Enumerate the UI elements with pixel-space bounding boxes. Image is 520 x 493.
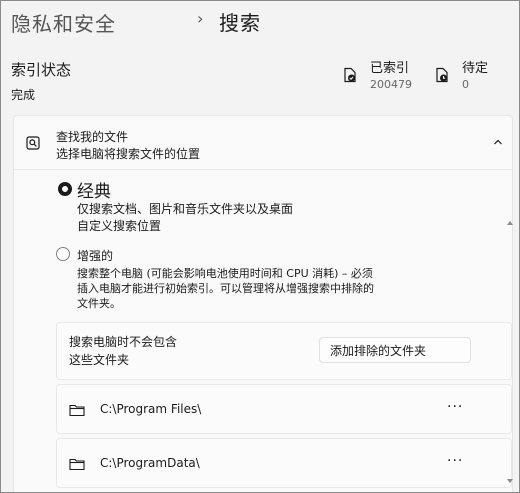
breadcrumb: 隐私和安全	[11, 7, 116, 37]
search-settings-window: 隐私和安全 › 搜索 索引状态 完成 已索引 200479 待定 0 查找我的文…	[0, 0, 520, 493]
document-check-icon	[344, 67, 356, 83]
customize-search-locations-link[interactable]: 自定义搜索位置	[77, 217, 161, 234]
folder-icon	[69, 404, 85, 417]
enhanced-title: 增强的	[77, 249, 114, 263]
index-status: 索引状态 完成	[11, 59, 71, 103]
page-title: 搜索	[219, 11, 261, 35]
classic-radio[interactable]	[58, 182, 72, 196]
find-my-files-subtitle: 选择电脑将搜索文件的位置	[56, 147, 201, 161]
excluded-folder-item: C:\Program Files\ ···	[56, 384, 512, 434]
index-status-value: 完成	[11, 88, 36, 102]
more-options-icon[interactable]: ···	[447, 453, 463, 469]
enhanced-radio[interactable]	[56, 247, 70, 261]
scroll-up-arrow-icon[interactable]	[506, 219, 514, 227]
add-excluded-folder-button[interactable]: 添加排除的文件夹	[319, 337, 471, 363]
exclude-label-line2: 这些文件夹	[69, 353, 130, 367]
chevron-up-icon[interactable]	[492, 136, 504, 148]
excluded-folder-path: C:\Program Files\	[100, 402, 202, 416]
excluded-folder-item: C:\ProgramData\ ···	[56, 438, 512, 488]
excluded-folder-path: C:\ProgramData\	[100, 456, 200, 470]
breadcrumb-parent[interactable]: 隐私和安全	[11, 8, 116, 37]
index-status-title: 索引状态	[11, 61, 72, 79]
find-my-files-header[interactable]: 查找我的文件 选择电脑将搜索文件的位置	[14, 116, 512, 170]
indexed-stat: 已索引 200479	[342, 61, 412, 92]
breadcrumb-separator-icon: ›	[197, 9, 204, 28]
find-my-files-card: 查找我的文件 选择电脑将搜索文件的位置 经典 仅搜索文档、图片和音乐文件夹以及桌…	[13, 115, 513, 492]
scroll-down-arrow-icon[interactable]	[506, 477, 514, 485]
exclude-label-line1: 搜索电脑时不会包含	[69, 335, 178, 349]
classic-description: 仅搜索文档、图片和音乐文件夹以及桌面	[77, 202, 294, 216]
search-files-icon	[26, 136, 40, 150]
enhanced-description: 搜索整个电脑 (可能会影响电池使用时间和 CPU 消耗) – 必须插入电脑才能进…	[77, 267, 374, 310]
more-options-icon[interactable]: ···	[447, 399, 463, 415]
exclude-folders-label: 搜索电脑时不会包含 这些文件夹	[69, 333, 177, 369]
find-my-files-title: 查找我的文件	[56, 130, 129, 144]
document-pending-icon	[436, 67, 448, 83]
classic-title: 经典	[77, 182, 111, 202]
pending-stat: 待定 0	[434, 61, 488, 92]
indexed-label: 已索引	[370, 61, 410, 76]
pending-label: 待定	[462, 61, 489, 76]
exclude-folders-row: 搜索电脑时不会包含 这些文件夹 添加排除的文件夹	[56, 322, 512, 380]
folder-icon	[69, 458, 85, 471]
indexed-count: 200479	[370, 78, 412, 91]
pending-count: 0	[462, 78, 469, 91]
